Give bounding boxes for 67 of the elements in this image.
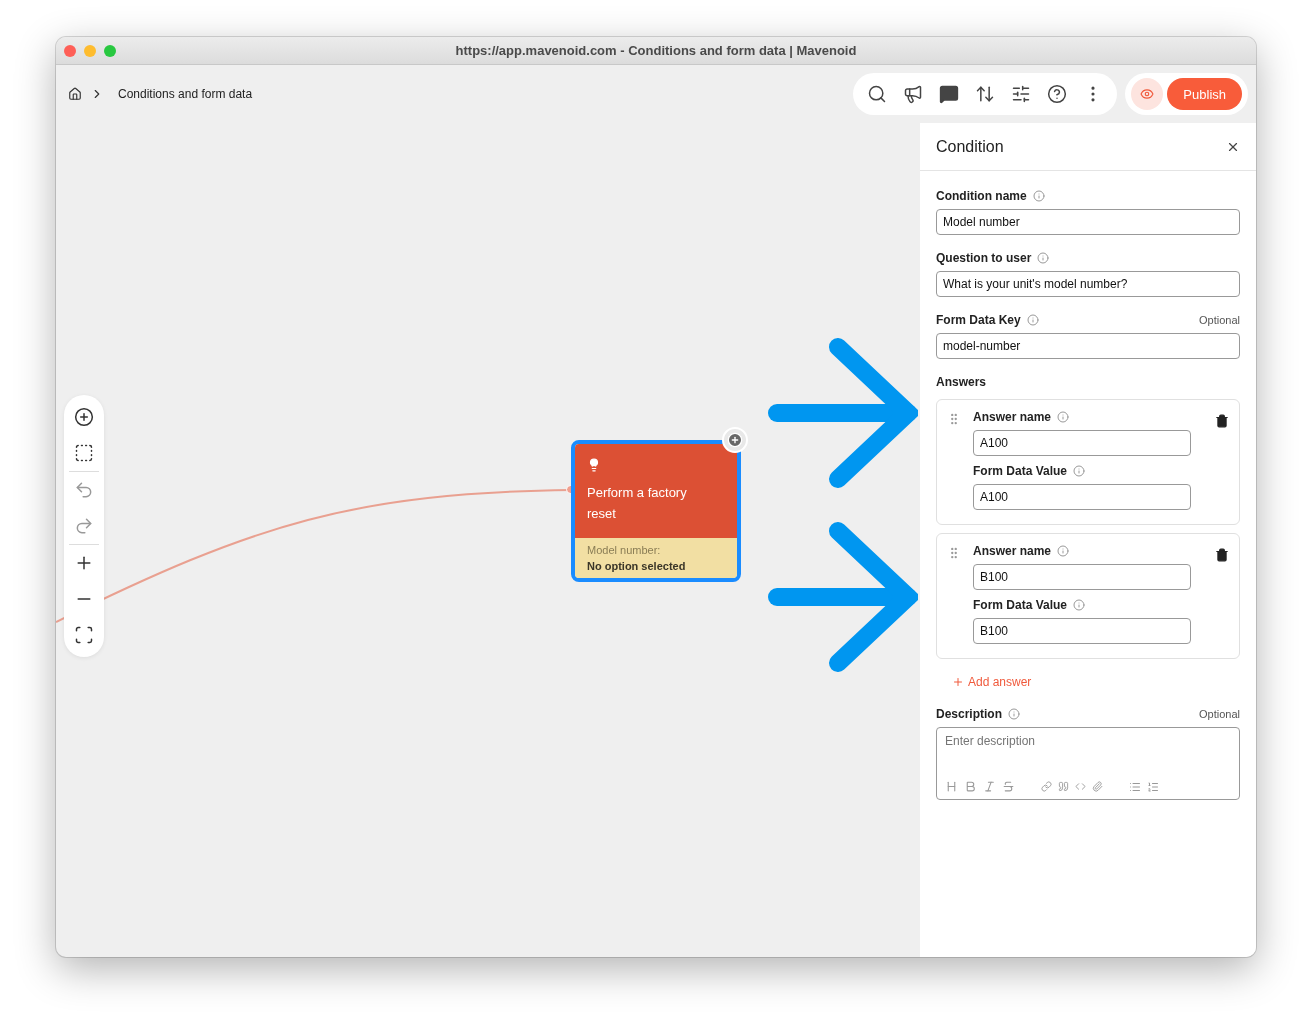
panel-title: Condition <box>936 137 1004 156</box>
info-icon <box>1057 545 1070 557</box>
optional-note: Optional <box>1199 314 1240 326</box>
section-label: Answers <box>936 375 987 389</box>
help-icon[interactable] <box>1047 84 1068 104</box>
search-icon[interactable] <box>867 84 888 104</box>
text-field[interactable]: Model number <box>936 209 1240 235</box>
code-icon[interactable] <box>1075 781 1086 792</box>
dashed-square-icon[interactable] <box>74 443 94 463</box>
delete-icon[interactable] <box>1215 548 1229 562</box>
add-button[interactable] <box>722 427 748 453</box>
info-icon <box>1057 411 1070 423</box>
text-field[interactable]: What is your unit's model number? <box>936 271 1240 297</box>
strikethrough-icon[interactable] <box>1002 780 1015 793</box>
home-icon[interactable] <box>68 87 82 101</box>
info-icon <box>1037 252 1050 264</box>
plus-icon <box>952 676 964 688</box>
node-detail-value: No option selected <box>587 560 687 572</box>
text-field[interactable]: A100 <box>973 430 1191 456</box>
description-editor[interactable]: Enter description <box>936 727 1240 800</box>
field-label: Question to user <box>936 251 1032 265</box>
optional-note: Optional <box>1199 708 1240 720</box>
field-label: Condition name <box>936 189 1027 203</box>
close-window-button[interactable] <box>64 44 76 57</box>
paperclip-icon[interactable] <box>1092 781 1103 792</box>
megaphone-icon[interactable] <box>903 84 924 104</box>
quote-icon[interactable] <box>1058 781 1069 792</box>
info-icon <box>1008 708 1020 720</box>
lightbulb-icon <box>587 458 601 472</box>
info-icon <box>1073 599 1086 611</box>
field-label: Form Data Value <box>973 464 1068 478</box>
flow-node[interactable]: Perform a factory reset Model number: No option selected <box>571 440 741 582</box>
eye-icon <box>1140 87 1155 101</box>
info-icon <box>1032 190 1045 202</box>
field-label: Description <box>936 707 1002 721</box>
field-label: Form Data Value <box>973 598 1068 612</box>
preview-button[interactable] <box>1131 78 1164 110</box>
text-field[interactable]: B100 <box>973 618 1191 644</box>
link-icon[interactable] <box>1041 781 1052 792</box>
text-field[interactable]: B100 <box>973 564 1191 590</box>
chat-icon[interactable] <box>939 84 960 104</box>
info-icon <box>1073 465 1086 477</box>
zoom-window-button[interactable] <box>104 44 116 57</box>
redo-icon[interactable] <box>74 516 94 536</box>
text-field[interactable]: A100 <box>973 484 1191 510</box>
undo-icon[interactable] <box>74 480 94 500</box>
window-title: https://app.mavenoid.com - Conditions and form data | Mavenoid <box>455 43 857 58</box>
fit-view-icon[interactable] <box>74 625 94 645</box>
text-field[interactable]: model-number <box>936 333 1240 359</box>
bullet-list-icon[interactable] <box>1129 780 1141 793</box>
italic-icon[interactable] <box>983 780 996 793</box>
sliders-icon[interactable] <box>1011 84 1032 104</box>
heading-icon[interactable] <box>945 780 958 793</box>
arrows-up-down-icon[interactable] <box>975 84 996 104</box>
add-answer-button[interactable]: Add answer <box>936 667 1048 697</box>
node-detail-label: Model number: <box>587 544 662 556</box>
delete-icon[interactable] <box>1215 414 1229 428</box>
node-title: Perform a factory reset <box>587 484 688 523</box>
bold-icon[interactable] <box>964 780 977 793</box>
field-label: Form Data Key <box>936 313 1021 327</box>
info-icon <box>1026 314 1039 326</box>
add-circle-icon <box>727 432 743 448</box>
field-label: Answer name <box>973 410 1052 424</box>
numbered-list-icon[interactable] <box>1147 780 1159 793</box>
add-circle-icon[interactable] <box>74 407 94 427</box>
breadcrumb-item[interactable]: Conditions and form data <box>118 87 253 101</box>
field-label: Answer name <box>973 544 1052 558</box>
